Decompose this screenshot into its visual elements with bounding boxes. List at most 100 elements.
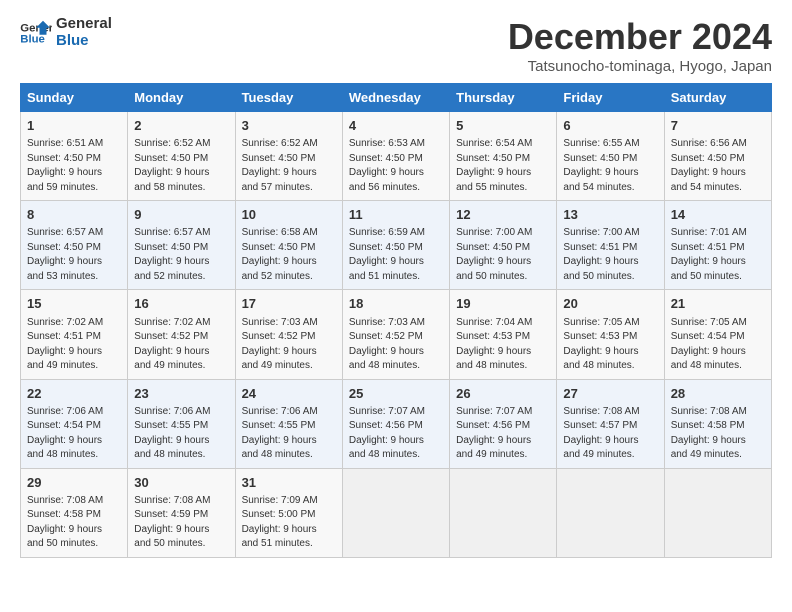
- calendar-cell: 30Sunrise: 7:08 AM Sunset: 4:59 PM Dayli…: [128, 468, 235, 557]
- day-info: Sunrise: 7:05 AM Sunset: 4:54 PM Dayligh…: [671, 316, 765, 374]
- calendar-subtitle: Tatsunocho-tominaga, Hyogo, Japan: [508, 58, 772, 75]
- day-info: Sunrise: 6:59 AM Sunset: 4:50 PM Dayligh…: [349, 226, 443, 284]
- day-info: Sunrise: 7:01 AM Sunset: 4:51 PM Dayligh…: [671, 226, 765, 284]
- calendar-cell: 28Sunrise: 7:08 AM Sunset: 4:58 PM Dayli…: [664, 379, 771, 468]
- day-number: 21: [671, 295, 765, 313]
- calendar-title: December 2024: [508, 16, 772, 58]
- calendar-cell: 25 Sunrise: 7:07 AM Sunset: 4:56 PM Dayli…: [342, 379, 449, 468]
- logo-general: General: [56, 16, 112, 33]
- day-info: Sunrise: 7:04 AM Sunset: 4:53 PM Dayligh…: [456, 316, 550, 374]
- calendar-cell: 1 Sunrise: 6:51 AM Sunset: 4:50 PM Daylig…: [21, 112, 128, 201]
- calendar-cell: 20 Sunrise: 7:05 AM Sunset: 4:53 PM Dayli…: [557, 290, 664, 379]
- calendar-cell: 10 Sunrise: 6:58 AM Sunset: 4:50 PM Dayli…: [235, 201, 342, 290]
- day-info: Sunrise: 7:06 AM Sunset: 4:55 PM Dayligh…: [134, 405, 228, 463]
- calendar-table: SundayMondayTuesdayWednesdayThursdayFrid…: [20, 83, 772, 558]
- day-info: Sunrise: 7:09 AM Sunset: 5:00 PM Dayligh…: [242, 494, 336, 552]
- day-number: 26: [456, 385, 550, 403]
- day-info: Sunrise: 6:53 AM Sunset: 4:50 PM Dayligh…: [349, 137, 443, 195]
- calendar-cell: 29 Sunrise: 7:08 AM Sunset: 4:58 PM Dayli…: [21, 468, 128, 557]
- day-number: 1: [27, 117, 121, 135]
- day-info: Sunrise: 7:02 AM Sunset: 4:52 PM Dayligh…: [134, 316, 228, 374]
- day-info: Sunrise: 7:07 AM Sunset: 4:56 PM Dayligh…: [349, 405, 443, 463]
- calendar-cell: 19 Sunrise: 7:04 AM Sunset: 4:53 PM Dayli…: [450, 290, 557, 379]
- weekday-header-thursday: Thursday: [450, 84, 557, 112]
- day-number: 11: [349, 206, 443, 224]
- day-info: Sunrise: 7:03 AM Sunset: 4:52 PM Dayligh…: [242, 316, 336, 374]
- day-info: Sunrise: 6:55 AM Sunset: 4:50 PM Dayligh…: [563, 137, 657, 195]
- day-number: 22: [27, 385, 121, 403]
- day-info: Sunrise: 7:08 AM Sunset: 4:58 PM Dayligh…: [27, 494, 121, 552]
- calendar-cell: [450, 468, 557, 557]
- logo-blue: Blue: [56, 33, 112, 50]
- day-info: Sunrise: 6:54 AM Sunset: 4:50 PM Dayligh…: [456, 137, 550, 195]
- calendar-cell: 15 Sunrise: 7:02 AM Sunset: 4:51 PM Dayli…: [21, 290, 128, 379]
- day-number: 20: [563, 295, 657, 313]
- day-info: Sunrise: 7:05 AM Sunset: 4:53 PM Dayligh…: [563, 316, 657, 374]
- day-number: 7: [671, 117, 765, 135]
- day-info: Sunrise: 7:07 AM Sunset: 4:56 PM Dayligh…: [456, 405, 550, 463]
- day-number: 2: [134, 117, 228, 135]
- calendar-cell: 13 Sunrise: 7:00 AM Sunset: 4:51 PM Dayli…: [557, 201, 664, 290]
- calendar-cell: 16Sunrise: 7:02 AM Sunset: 4:52 PM Dayli…: [128, 290, 235, 379]
- calendar-cell: 12Sunrise: 7:00 AM Sunset: 4:50 PM Dayli…: [450, 201, 557, 290]
- day-number: 10: [242, 206, 336, 224]
- weekday-header-friday: Friday: [557, 84, 664, 112]
- day-number: 14: [671, 206, 765, 224]
- logo: General Blue General Blue: [20, 16, 112, 49]
- day-number: 18: [349, 295, 443, 313]
- day-number: 17: [242, 295, 336, 313]
- day-number: 13: [563, 206, 657, 224]
- calendar-cell: 22Sunrise: 7:06 AM Sunset: 4:54 PM Dayli…: [21, 379, 128, 468]
- calendar-cell: 17 Sunrise: 7:03 AM Sunset: 4:52 PM Dayli…: [235, 290, 342, 379]
- day-number: 3: [242, 117, 336, 135]
- calendar-cell: 6 Sunrise: 6:55 AM Sunset: 4:50 PM Daylig…: [557, 112, 664, 201]
- day-number: 6: [563, 117, 657, 135]
- weekday-header-row: SundayMondayTuesdayWednesdayThursdayFrid…: [21, 84, 772, 112]
- day-number: 12: [456, 206, 550, 224]
- calendar-cell: 14 Sunrise: 7:01 AM Sunset: 4:51 PM Dayli…: [664, 201, 771, 290]
- day-number: 19: [456, 295, 550, 313]
- day-number: 5: [456, 117, 550, 135]
- weekday-header-wednesday: Wednesday: [342, 84, 449, 112]
- day-number: 24: [242, 385, 336, 403]
- day-info: Sunrise: 6:51 AM Sunset: 4:50 PM Dayligh…: [27, 137, 121, 195]
- calendar-cell: 5 Sunrise: 6:54 AM Sunset: 4:50 PM Daylig…: [450, 112, 557, 201]
- calendar-cell: 11 Sunrise: 6:59 AM Sunset: 4:50 PM Dayli…: [342, 201, 449, 290]
- calendar-cell: 3 Sunrise: 6:52 AM Sunset: 4:50 PM Daylig…: [235, 112, 342, 201]
- calendar-cell: 18 Sunrise: 7:03 AM Sunset: 4:52 PM Dayli…: [342, 290, 449, 379]
- calendar-cell: 24 Sunrise: 7:06 AM Sunset: 4:55 PM Dayli…: [235, 379, 342, 468]
- calendar-cell: 7 Sunrise: 6:56 AM Sunset: 4:50 PM Daylig…: [664, 112, 771, 201]
- day-info: Sunrise: 6:57 AM Sunset: 4:50 PM Dayligh…: [27, 226, 121, 284]
- day-info: Sunrise: 6:56 AM Sunset: 4:50 PM Dayligh…: [671, 137, 765, 195]
- day-number: 27: [563, 385, 657, 403]
- logo-icon: General Blue: [20, 19, 52, 47]
- day-number: 15: [27, 295, 121, 313]
- title-section: December 2024 Tatsunocho-tominaga, Hyogo…: [508, 16, 772, 75]
- calendar-cell: 9Sunrise: 6:57 AM Sunset: 4:50 PM Daylig…: [128, 201, 235, 290]
- day-info: Sunrise: 7:06 AM Sunset: 4:55 PM Dayligh…: [242, 405, 336, 463]
- day-info: Sunrise: 7:02 AM Sunset: 4:51 PM Dayligh…: [27, 316, 121, 374]
- calendar-cell: [342, 468, 449, 557]
- day-number: 9: [134, 206, 228, 224]
- calendar-cell: 4Sunrise: 6:53 AM Sunset: 4:50 PM Daylig…: [342, 112, 449, 201]
- calendar-week-row: 8 Sunrise: 6:57 AM Sunset: 4:50 PM Daylig…: [21, 201, 772, 290]
- weekday-header-saturday: Saturday: [664, 84, 771, 112]
- day-info: Sunrise: 7:00 AM Sunset: 4:51 PM Dayligh…: [563, 226, 657, 284]
- day-info: Sunrise: 6:58 AM Sunset: 4:50 PM Dayligh…: [242, 226, 336, 284]
- calendar-cell: [557, 468, 664, 557]
- calendar-week-row: 22Sunrise: 7:06 AM Sunset: 4:54 PM Dayli…: [21, 379, 772, 468]
- day-info: Sunrise: 6:52 AM Sunset: 4:50 PM Dayligh…: [134, 137, 228, 195]
- calendar-week-row: 15 Sunrise: 7:02 AM Sunset: 4:51 PM Dayli…: [21, 290, 772, 379]
- day-info: Sunrise: 6:52 AM Sunset: 4:50 PM Dayligh…: [242, 137, 336, 195]
- calendar-cell: 26 Sunrise: 7:07 AM Sunset: 4:56 PM Dayli…: [450, 379, 557, 468]
- day-number: 8: [27, 206, 121, 224]
- day-info: Sunrise: 7:03 AM Sunset: 4:52 PM Dayligh…: [349, 316, 443, 374]
- day-number: 25: [349, 385, 443, 403]
- calendar-cell: [664, 468, 771, 557]
- day-number: 29: [27, 474, 121, 492]
- calendar-cell: 23Sunrise: 7:06 AM Sunset: 4:55 PM Dayli…: [128, 379, 235, 468]
- svg-text:General: General: [20, 22, 52, 34]
- weekday-header-sunday: Sunday: [21, 84, 128, 112]
- weekday-header-tuesday: Tuesday: [235, 84, 342, 112]
- calendar-cell: 31Sunrise: 7:09 AM Sunset: 5:00 PM Dayli…: [235, 468, 342, 557]
